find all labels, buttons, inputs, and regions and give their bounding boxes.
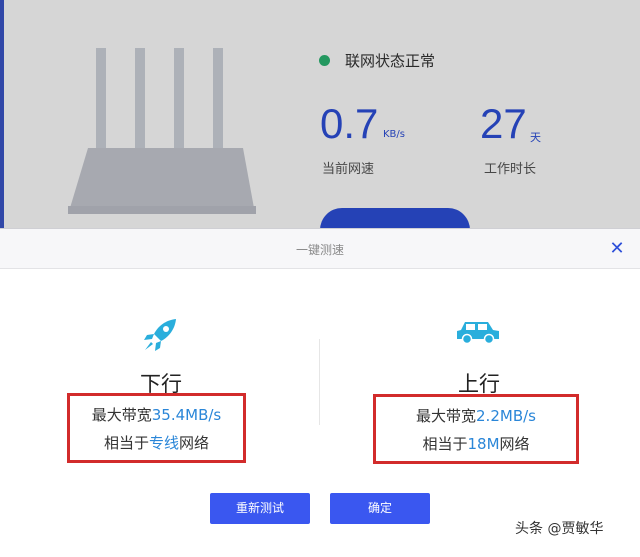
close-icon[interactable]: ✕ (606, 238, 628, 260)
upload-equivalent: 相当于18M网络 (422, 435, 530, 453)
speedtest-dialog: 一键测速 ✕ 下行 最大带宽35.4MB/s 相当于专线网络 上行 最大带宽2.… (0, 228, 640, 557)
download-max-bandwidth: 最大带宽35.4MB/s (91, 406, 222, 424)
car-icon (457, 322, 499, 345)
upload-result-box: 最大带宽2.2MB/s 相当于18M网络 (373, 394, 579, 464)
download-equivalent: 相当于专线网络 (103, 434, 210, 452)
panel-divider (319, 339, 320, 425)
dialog-header: 一键测速 ✕ (0, 229, 640, 269)
download-equivalent-value: 专线 (148, 434, 179, 452)
rocket-icon (144, 319, 176, 351)
download-speed-value: 35.4MB/s (151, 406, 222, 424)
watermark: 头条 @贾敏华 (515, 521, 604, 537)
upload-equivalent-value: 18M (467, 435, 500, 453)
retest-button[interactable]: 重新测试 (210, 493, 310, 524)
dialog-title: 一键测速 (295, 243, 344, 257)
confirm-button[interactable]: 确定 (330, 493, 430, 524)
download-result-box: 最大带宽35.4MB/s 相当于专线网络 (67, 393, 246, 463)
upload-speed-value: 2.2MB/s (476, 407, 536, 425)
upload-max-bandwidth: 最大带宽2.2MB/s (416, 407, 536, 425)
